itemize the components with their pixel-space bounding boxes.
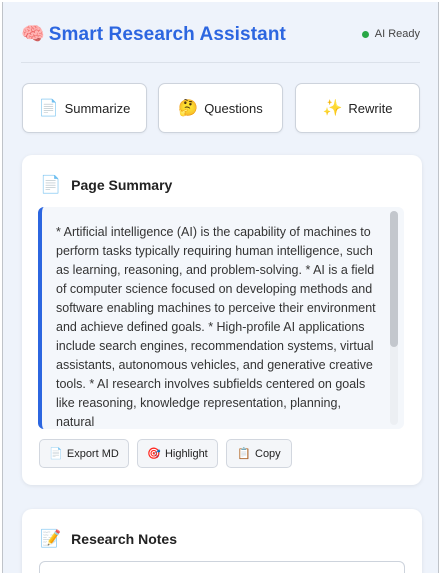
scrollbar-thumb[interactable] xyxy=(390,211,398,347)
summary-heading: 📄 Page Summary xyxy=(40,175,172,195)
rewrite-label: Rewrite xyxy=(348,100,393,116)
export-md-label: Export MD xyxy=(66,447,119,460)
copy-label: Copy xyxy=(255,447,281,460)
status-dot-icon xyxy=(361,30,369,38)
summarize-label: Summarize xyxy=(64,100,131,116)
rewrite-button[interactable]: ✨ Rewrite xyxy=(295,83,420,133)
summary-title: Page Summary xyxy=(71,177,173,193)
memo-icon: 📝 xyxy=(40,529,62,548)
assistant-panel: 🧠 Smart Research Assistant AI Ready 📄 Sum… xyxy=(2,2,439,573)
summary-scrollbar[interactable] xyxy=(390,211,398,425)
summary-text: * Artificial intelligence (AI) is the ca… xyxy=(56,225,376,429)
target-icon: 🎯 xyxy=(147,448,161,460)
highlight-button[interactable]: 🎯 Highlight xyxy=(137,439,218,468)
questions-button[interactable]: 🤔 Questions xyxy=(158,83,283,133)
questions-label: Questions xyxy=(204,100,263,116)
page-icon: 📄 xyxy=(49,448,63,460)
page-icon: 📄 xyxy=(40,175,62,194)
sparkles-icon: ✨ xyxy=(322,100,343,117)
copy-button[interactable]: 📋 Copy xyxy=(226,439,292,468)
summary-content[interactable]: * Artificial intelligence (AI) is the ca… xyxy=(38,207,404,429)
summarize-button[interactable]: 📄 Summarize xyxy=(22,83,147,133)
thinking-face-icon: 🤔 xyxy=(178,100,199,117)
highlight-label: Highlight xyxy=(164,447,208,460)
status-indicator: AI Ready xyxy=(361,28,420,40)
header-divider xyxy=(21,62,420,63)
action-bar: 📄 Summarize 🤔 Questions ✨ Rewrite xyxy=(22,83,422,135)
notes-card: 📝 Research Notes xyxy=(22,509,422,573)
notes-textarea[interactable] xyxy=(39,561,405,573)
header: 🧠 Smart Research Assistant AI Ready xyxy=(3,2,438,64)
notes-title: Research Notes xyxy=(71,531,177,547)
app-title-text: Smart Research Assistant xyxy=(48,24,286,45)
app-title: 🧠 Smart Research Assistant xyxy=(21,22,286,46)
clipboard-icon: 📋 xyxy=(237,448,251,460)
page-icon: 📄 xyxy=(38,100,59,117)
notes-heading: 📝 Research Notes xyxy=(40,529,177,549)
brain-icon: 🧠 xyxy=(21,24,45,45)
export-md-button[interactable]: 📄 Export MD xyxy=(39,439,129,468)
status-text: AI Ready xyxy=(374,28,420,40)
summary-card: 📄 Page Summary * Artificial intelligence… xyxy=(22,155,422,485)
